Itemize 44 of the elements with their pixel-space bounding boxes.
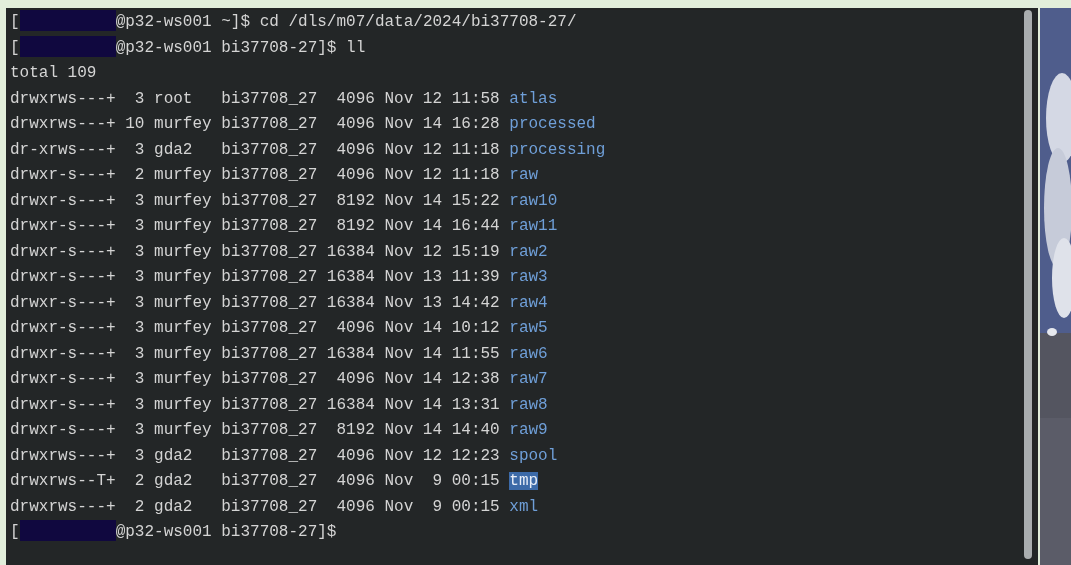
prompt-bracket: [ xyxy=(10,13,20,31)
shell-command: ll xyxy=(346,38,366,57)
file-details: drwxr-s---+ 3 murfey bi37708_27 16384 Nov 14 13:31 xyxy=(10,395,500,414)
directory-name: raw7 xyxy=(509,370,548,388)
file-details: drwxr-s---+ 3 murfey bi37708_27 4096 Nov 14 10:12 xyxy=(10,319,500,337)
directory-name: raw6 xyxy=(509,344,548,363)
directory-name: raw2 xyxy=(509,242,548,261)
directory-name: raw10 xyxy=(509,191,558,210)
file-details: drwxr-s---+ 3 murfey bi37708_27 16384 Nov 12 15:19 xyxy=(10,242,500,261)
directory-name: tmp xyxy=(509,472,539,490)
shell-prompt: @p32-ws001 bi37708-27]$ xyxy=(115,523,337,541)
shell-command: cd /dls/m07/data/2024/bi37708-27/ xyxy=(259,13,577,31)
file-details: drwxr-s---+ 3 murfey bi37708_27 16384 Nov 13 14:42 xyxy=(10,293,500,312)
prompt-bracket: [ xyxy=(10,523,20,541)
directory-name: raw xyxy=(509,166,539,184)
file-details: drwxrws---+ 10 murfey bi37708_27 4096 Nov 14 16:28 xyxy=(10,115,500,133)
scrollbar[interactable] xyxy=(1024,10,1032,559)
directory-name: raw3 xyxy=(509,268,548,286)
directory-name: raw11 xyxy=(509,217,558,235)
shell-prompt: @p32-ws001 ~]$ xyxy=(115,13,251,31)
directory-name: raw4 xyxy=(509,293,548,312)
file-details: drwxr-s---+ 3 murfey bi37708_27 8192 Nov 14 15:22 xyxy=(10,191,500,210)
prompt-bracket: [ xyxy=(10,38,20,57)
shell-prompt: @p32-ws001 bi37708-27]$ xyxy=(115,38,337,57)
file-details: drwxr-s---+ 3 murfey bi37708_27 16384 Nov 14 11:55 xyxy=(10,344,500,363)
file-details: drwxrws--T+ 2 gda2 bi37708_27 4096 Nov 9 00:15 xyxy=(10,472,500,490)
output-line: total 109 xyxy=(10,64,97,82)
file-details: drwxr-s---+ 2 murfey bi37708_27 4096 Nov 12 11:18 xyxy=(10,166,500,184)
directory-name: processed xyxy=(509,115,596,133)
file-details: drwxr-s---+ 3 murfey bi37708_27 8192 Nov 14 14:40 xyxy=(10,421,500,439)
file-details: drwxrws---+ 3 root bi37708_27 4096 Nov 12 11:58 xyxy=(10,89,500,108)
file-details: dr-xrws---+ 3 gda2 bi37708_27 4096 Nov 12 11:18 xyxy=(10,140,500,159)
directory-name: raw5 xyxy=(509,319,548,337)
directory-name: atlas xyxy=(509,89,558,108)
directory-name: processing xyxy=(509,140,606,159)
directory-name: raw9 xyxy=(509,421,548,439)
file-details: drwxr-s---+ 3 murfey bi37708_27 16384 Nov 13 11:39 xyxy=(10,268,500,286)
directory-name: xml xyxy=(509,497,539,516)
file-details: drwxr-s---+ 3 murfey bi37708_27 4096 Nov 14 12:38 xyxy=(10,370,500,388)
file-details: drwxrws---+ 2 gda2 bi37708_27 4096 Nov 9 00:15 xyxy=(10,497,500,516)
directory-name: raw8 xyxy=(509,395,548,414)
file-details: drwxrws---+ 3 gda2 bi37708_27 4096 Nov 12 12:23 xyxy=(10,446,500,465)
file-details: drwxr-s---+ 3 murfey bi37708_27 8192 Nov 14 16:44 xyxy=(10,217,500,235)
directory-name: spool xyxy=(509,446,558,465)
